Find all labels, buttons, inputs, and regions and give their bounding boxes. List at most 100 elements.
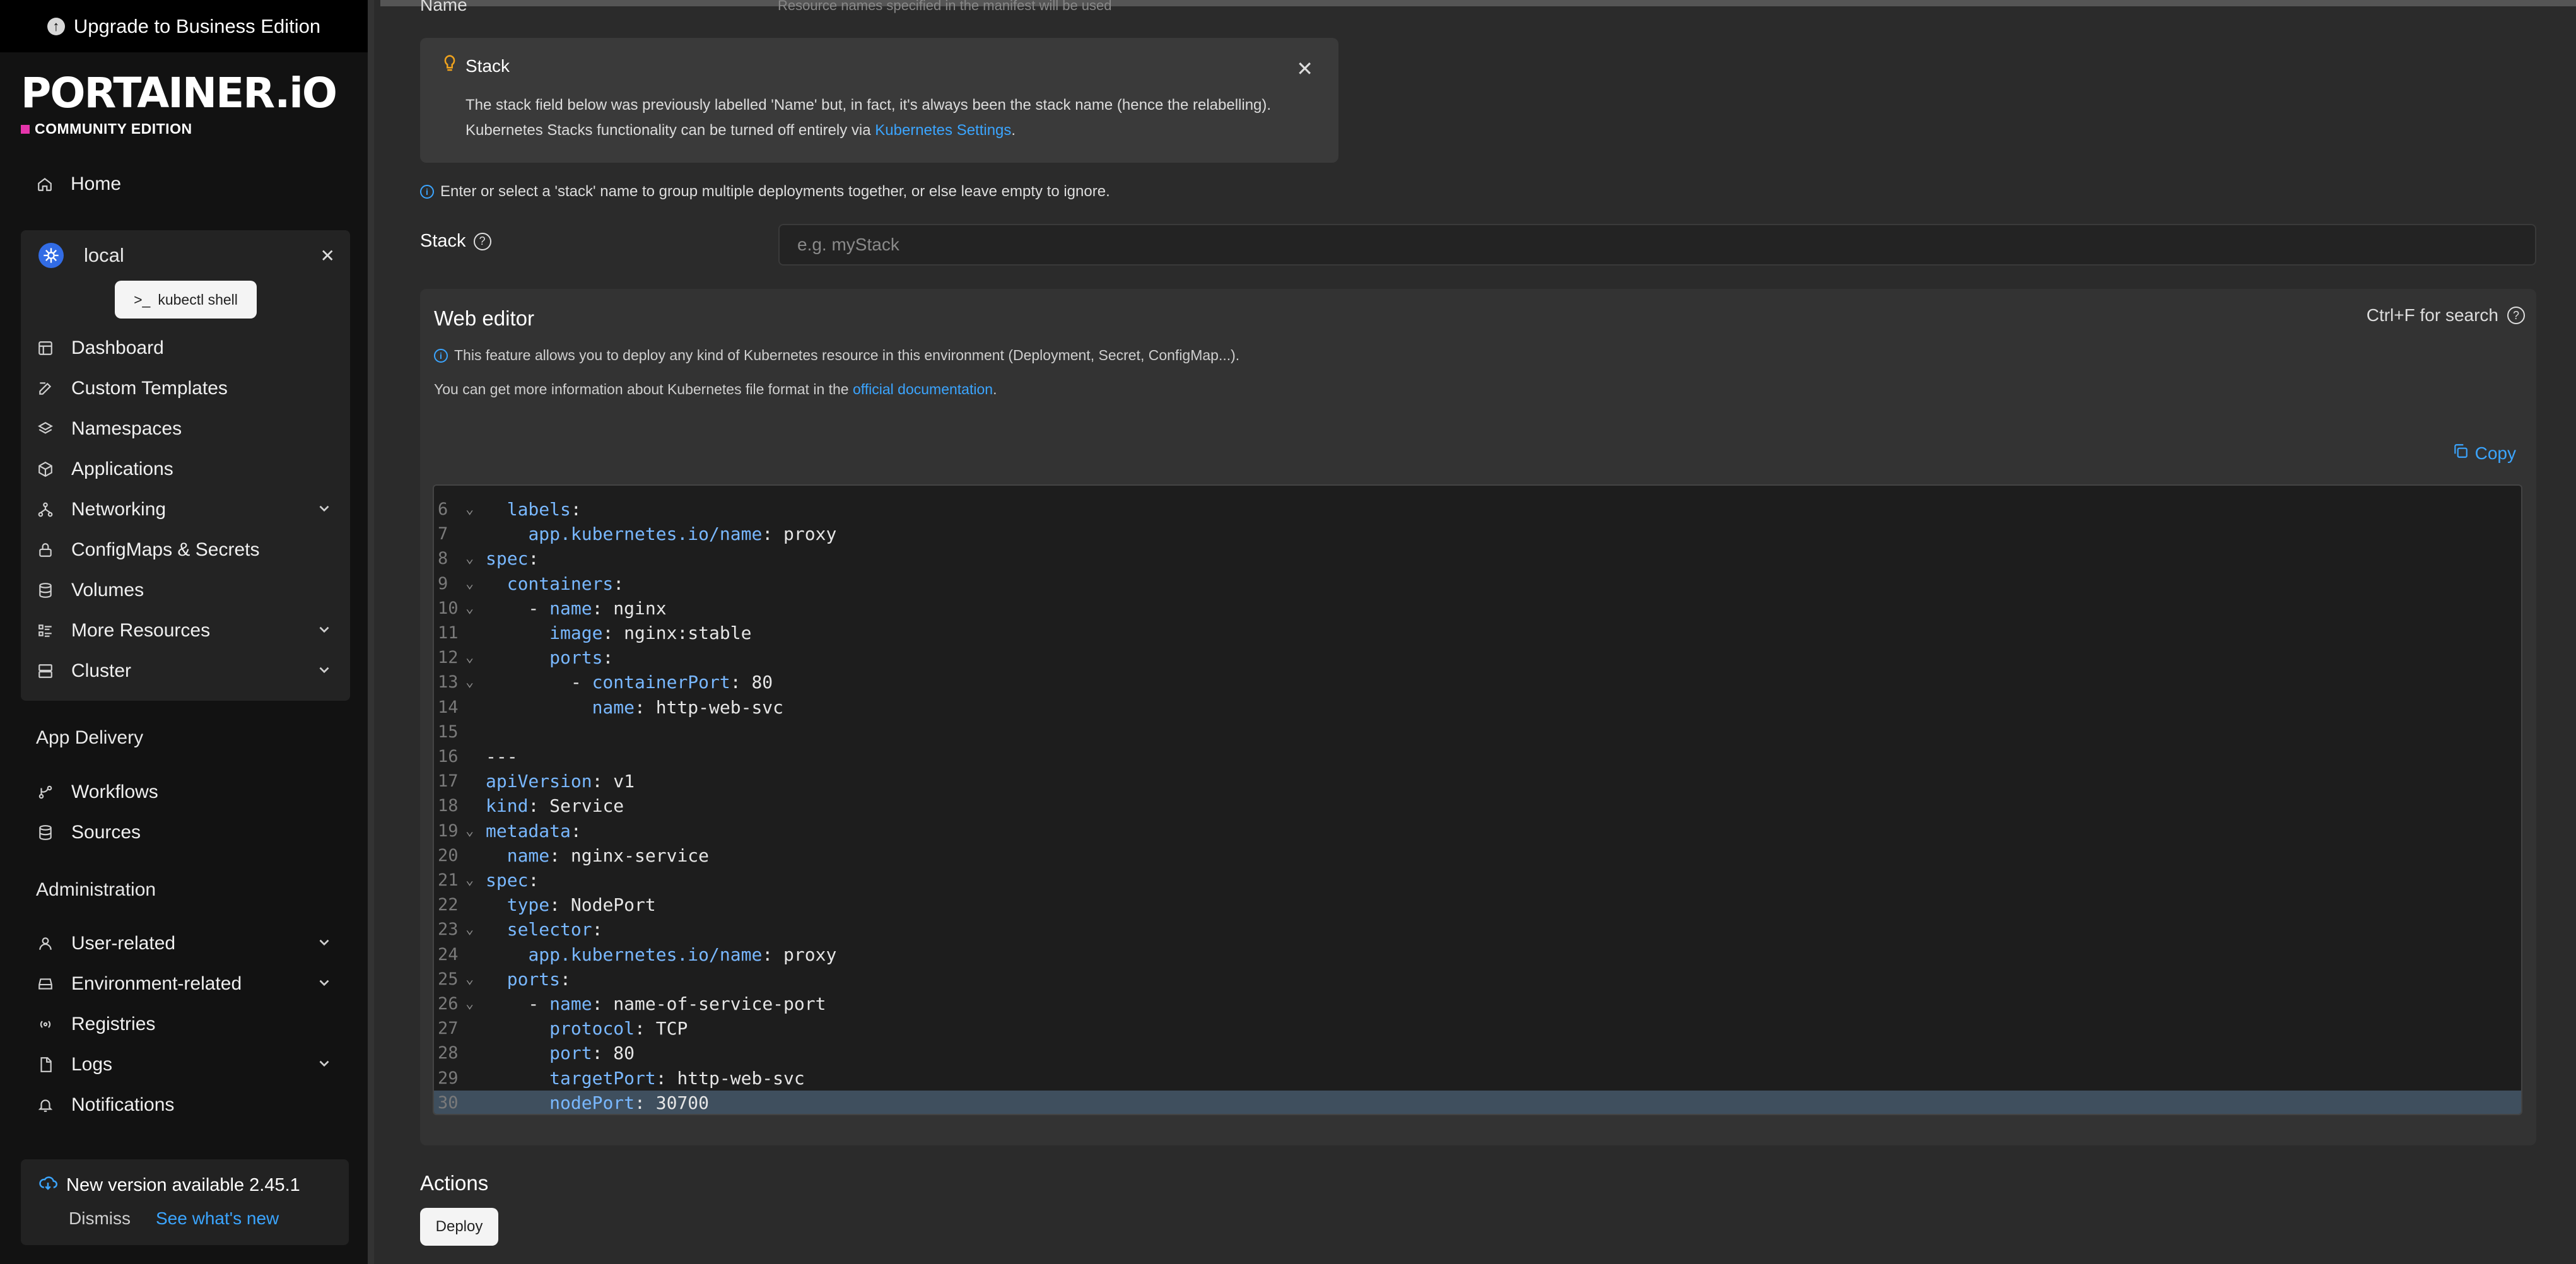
sidebar-item-networking[interactable]: Networking [36,494,332,525]
fold-chevron-icon[interactable]: ⌄ [465,670,474,694]
bell-icon [36,1096,55,1115]
sidebar-item-logs[interactable]: Logs [36,1049,332,1080]
official-documentation-link[interactable]: official documentation [853,381,993,397]
sidebar-item-home[interactable]: Home [35,168,332,200]
environment-name: local [84,244,124,266]
code-editor[interactable]: 6 ⌄ labels: 7 app.kubernetes.io/name: prox… [433,484,2522,1115]
close-icon[interactable]: ✕ [320,245,335,266]
code-line[interactable]: 29 targetPort: http-web-svc [434,1066,2521,1091]
chevron-down-icon [316,1055,332,1077]
code-line[interactable]: 28 port: 80 [434,1041,2521,1065]
code-text: ports: [549,647,614,669]
sidebar-item-cluster[interactable]: Cluster [36,655,332,687]
code-line[interactable]: 24 app.kubernetes.io/name: proxy [434,942,2521,967]
help-icon[interactable]: ? [473,232,491,250]
sidebar-item-label: Cluster [71,660,132,681]
sidebar-item-namespaces[interactable]: Namespaces [36,413,332,445]
line-number: 23 [438,920,459,940]
code-line[interactable]: 13 ⌄ - containerPort: 80 [434,670,2521,694]
code-key: protocol [549,1018,635,1039]
server-icon [36,662,55,681]
sidebar-item-environment-related[interactable]: Environment-related [36,968,332,1000]
fold-chevron-icon[interactable]: ⌄ [465,992,474,1016]
kubectl-shell-label: kubectl shell [158,291,238,308]
sidebar-item-custom-templates[interactable]: Custom Templates [36,373,332,404]
sidebar-item-applications[interactable]: Applications [36,454,332,485]
fold-chevron-icon[interactable]: ⌄ [465,497,474,522]
code-line[interactable]: 27 protocol: TCP [434,1016,2521,1041]
whats-new-link[interactable]: See what's new [156,1208,279,1229]
help-icon[interactable]: ? [2507,307,2525,324]
sidebar-item-configmaps-secrets[interactable]: ConfigMaps & Secrets [36,534,332,566]
code-line[interactable]: 19 ⌄ metadata: [434,819,2521,843]
code-line[interactable]: 22 type: NodePort [434,892,2521,917]
deploy-button[interactable]: Deploy [420,1208,498,1246]
sidebar-item-volumes[interactable]: Volumes [36,575,332,606]
stack-alert-body: The stack field below was previously lab… [465,93,1316,143]
code-text: nodePort: 30700 [549,1092,710,1113]
fold-chevron-icon[interactable]: ⌄ [465,967,474,992]
sidebar-item-more-resources[interactable]: More Resources [36,615,332,647]
code-line[interactable]: 8 ⌄ spec: [434,546,2521,571]
update-actions: Dismiss See what's new [38,1208,331,1229]
code-line[interactable]: 14 name: http-web-svc [434,695,2521,720]
code-text: kind: Service [486,795,624,817]
fold-chevron-icon[interactable]: ⌄ [465,819,474,843]
fold-chevron-icon[interactable]: ⌄ [465,917,474,942]
fold-chevron-icon[interactable]: ⌄ [465,596,474,621]
code-line[interactable]: 7 app.kubernetes.io/name: proxy [434,522,2521,546]
code-line[interactable]: 16 --- [434,744,2521,769]
code-text: port: 80 [549,1043,635,1064]
code-key: spec [486,548,529,570]
dismiss-link[interactable]: Dismiss [69,1208,131,1229]
sidebar-item-notifications[interactable]: Notifications [36,1089,332,1121]
code-key: apiVersion [486,771,592,792]
line-number: 28 [438,1043,459,1063]
environment-header[interactable]: local [38,243,124,268]
code-line[interactable]: 10 ⌄ - name: nginx [434,596,2521,621]
code-line[interactable]: 30 nodePort: 30700 [434,1090,2521,1114]
user-icon [36,934,55,953]
code-line[interactable]: 15 [434,720,2521,744]
sidebar-item-label: Dashboard [71,337,164,358]
line-number: 25 [438,969,459,989]
code-line[interactable]: 6 ⌄ labels: [434,497,2521,522]
fold-chevron-icon[interactable]: ⌄ [465,868,474,892]
sidebar-item-label: Namespaces [71,418,182,439]
stack-input[interactable] [778,224,2536,266]
code-line[interactable]: 11 image: nginx:stable [434,621,2521,645]
sidebar-item-registries[interactable]: Registries [36,1009,332,1040]
line-number: 21 [438,870,459,890]
sidebar-item-sources[interactable]: Sources [36,817,332,848]
fold-chevron-icon[interactable]: ⌄ [465,546,474,571]
code-line[interactable]: 26 ⌄ - name: name-of-service-port [434,992,2521,1016]
sidebar-item-dashboard[interactable]: Dashboard [36,332,332,364]
kubectl-shell-button[interactable]: >_ kubectl shell [115,281,257,319]
code-line[interactable]: 12 ⌄ ports: [434,645,2521,670]
code-line[interactable]: 21 ⌄ spec: [434,868,2521,892]
code-line[interactable]: 25 ⌄ ports: [434,967,2521,992]
copy-button[interactable]: Copy [2452,443,2516,464]
sidebar-item-workflows[interactable]: Workflows [36,776,332,808]
line-number: 15 [438,722,459,742]
code-line[interactable]: 20 name: nginx-service [434,843,2521,868]
code-line[interactable]: 18 kind: Service [434,793,2521,818]
code-key: selector [506,919,592,940]
portainer-logo[interactable]: PORTAINER.iO COMMUNITY EDITION [21,73,337,138]
kubernetes-settings-link[interactable]: Kubernetes Settings [875,122,1011,139]
sidebar-item-label: User-related [71,933,176,954]
upgrade-banner[interactable]: ↑ Upgrade to Business Edition [0,0,368,52]
code-line[interactable]: 17 apiVersion: v1 [434,769,2521,793]
code-key: image [549,623,603,643]
code-key: metadata [486,820,571,841]
code-key: kind [486,795,529,817]
line-number: 11 [438,623,459,643]
code-line[interactable]: 23 ⌄ selector: [434,917,2521,942]
sidebar-item-user-related[interactable]: User-related [36,928,332,959]
fold-chevron-icon[interactable]: ⌄ [465,645,474,670]
code-line[interactable]: 9 ⌄ containers: [434,571,2521,596]
close-icon[interactable]: ✕ [1296,57,1313,81]
code-text: ports: [506,968,571,990]
top-scroll-strip [380,0,2576,6]
fold-chevron-icon[interactable]: ⌄ [465,571,474,596]
